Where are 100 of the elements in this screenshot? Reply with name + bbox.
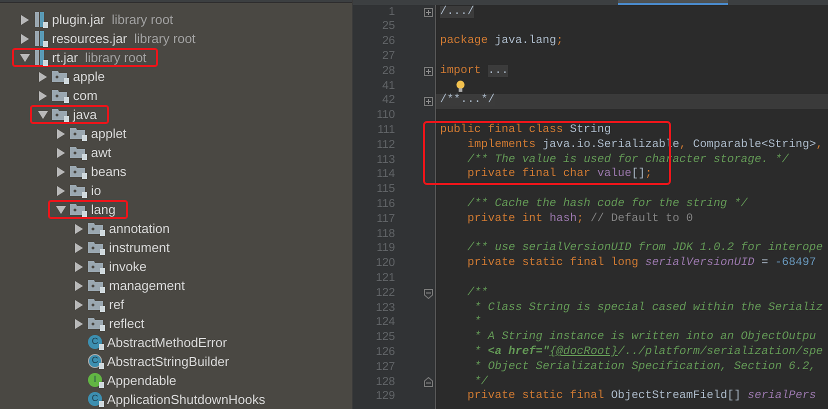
tree-row[interactable]: management: [66, 276, 197, 295]
code-line: *: [473, 317, 482, 329]
collapsed-arrow-icon[interactable]: [56, 128, 66, 138]
code-line: private static final ObjectStreamField[] serialPers: [466, 391, 816, 403]
tree-row[interactable]: annotation: [66, 219, 182, 238]
tree-item-label: resources.jar: [52, 30, 128, 48]
library-root-note: library root: [112, 10, 174, 29]
tree-item-label: com: [73, 86, 98, 105]
collapsed-arrow-icon[interactable]: [74, 280, 84, 290]
package-icon: [52, 107, 69, 122]
class-icon: C: [88, 335, 104, 350]
tree-row[interactable]: C ApplicationShutdownHooks: [66, 390, 278, 409]
expanded-arrow-icon[interactable]: [56, 204, 66, 214]
lightbulb-icon[interactable]: [456, 80, 465, 93]
code-line: private static final long serialVersionUID = -68497: [466, 258, 816, 270]
code-line: * Class String is special cased within the Serializ: [473, 302, 823, 314]
jar-icon: [34, 30, 48, 46]
tree-item-label: AbstractMethodError: [107, 334, 227, 352]
collapsed-arrow-icon[interactable]: [74, 262, 84, 272]
collapsed-arrow-icon[interactable]: [74, 300, 84, 310]
package-icon: [88, 297, 105, 312]
tree-row[interactable]: ref: [66, 295, 136, 314]
tree-row[interactable]: java: [30, 105, 109, 124]
package-icon: [70, 164, 87, 179]
tree-item-label: annotation: [109, 220, 170, 238]
library-root-note: library root: [134, 30, 196, 48]
interface-icon: I: [88, 373, 104, 388]
collapsed-arrow-icon[interactable]: [74, 242, 84, 252]
package-icon: [70, 145, 87, 160]
code-line: /** use serialVersionUID from JDK 1.0.2 for interope: [466, 243, 823, 255]
tree-item-label: lang: [91, 200, 116, 219]
tree-item-label: AbstractStringBuilder: [107, 352, 230, 371]
tree-item-label: reflect: [109, 314, 144, 333]
tree-row[interactable]: C AbstractMethodError: [66, 333, 239, 352]
tree-item-label: invoke: [109, 258, 147, 276]
collapsed-arrow-icon[interactable]: [74, 224, 84, 234]
package-icon: [88, 221, 105, 236]
collapsed-arrow-icon[interactable]: [56, 166, 66, 176]
lock-badge-icon: [99, 401, 104, 407]
class-icon: C: [88, 392, 104, 407]
tree-row[interactable]: invoke: [66, 257, 159, 276]
fold-start-icon[interactable]: [424, 288, 433, 299]
tree-item-label: awt: [91, 144, 112, 162]
tree-row[interactable]: resources.jar library root: [12, 29, 208, 48]
code-line: * A String instance is written into an ObjectOutpu: [473, 332, 816, 344]
fold-plus-icon[interactable]: [424, 96, 433, 106]
expanded-arrow-icon[interactable]: [38, 110, 48, 120]
tree-row[interactable]: apple: [30, 67, 117, 86]
package-icon: [88, 316, 105, 331]
tree-row[interactable]: C AbstractStringBuilder: [66, 352, 242, 371]
tree-row[interactable]: com: [30, 86, 110, 105]
package-icon: [52, 69, 69, 84]
package-icon: [52, 88, 69, 103]
code-line: private int hash; // Default to 0: [466, 214, 694, 226]
tree-row[interactable]: lang: [48, 200, 128, 219]
package-icon: [70, 126, 87, 141]
collapsed-arrow-icon[interactable]: [38, 72, 48, 82]
code-line: * <a href="{@docRoot}/../platform/serialization/spe: [473, 347, 823, 358]
fold-end-icon[interactable]: [424, 377, 433, 388]
collapsed-arrow-icon[interactable]: [74, 318, 84, 328]
jar-icon: [34, 50, 48, 66]
class-icon: C: [88, 354, 104, 369]
tree-item-label: instrument: [109, 238, 170, 257]
lock-badge-icon: [99, 382, 104, 388]
jar-icon: [34, 12, 48, 28]
tree-row[interactable]: reflect: [66, 314, 156, 333]
tree-row[interactable]: awt: [48, 143, 124, 162]
collapsed-arrow-icon[interactable]: [56, 186, 66, 196]
tree-item-label: management: [109, 276, 185, 295]
tree-row[interactable]: I Appendable: [66, 371, 188, 390]
package-icon: [70, 183, 87, 198]
tree-row[interactable]: plugin.jar library root: [12, 10, 186, 29]
code-line: */: [473, 376, 488, 388]
code-line: import ...: [440, 66, 508, 78]
tree-item-label: plugin.jar: [52, 10, 105, 29]
tree-row[interactable]: instrument: [66, 238, 182, 257]
collapsed-arrow-icon[interactable]: [20, 14, 30, 24]
fold-plus-icon[interactable]: [424, 67, 433, 76]
collapsed-arrow-icon[interactable]: [56, 148, 66, 158]
package-icon: [70, 202, 87, 217]
code-line: private final char value[];: [466, 169, 652, 181]
collapsed-arrow-icon[interactable]: [38, 90, 48, 100]
tree-row[interactable]: io: [48, 181, 114, 200]
tree-item-label: java: [73, 106, 97, 124]
fold-plus-icon[interactable]: [424, 8, 433, 17]
tree-item-label: ref: [109, 296, 124, 314]
tree-row[interactable]: beans: [48, 162, 138, 181]
code-line: /**: [466, 288, 488, 300]
package-icon: [88, 278, 105, 293]
package-icon: [88, 240, 105, 255]
collapsed-arrow-icon[interactable]: [20, 34, 30, 44]
tree-item-label: Appendable: [107, 372, 176, 390]
tree-row[interactable]: applet: [48, 124, 138, 143]
tree-item-label: io: [91, 182, 102, 200]
code-line: package java.lang;: [440, 36, 564, 48]
code-line: /** Cache the hash code for the string */: [466, 199, 748, 210]
tree-item-label: rt.jar: [52, 48, 78, 67]
tree-row[interactable]: rt.jar library root: [12, 48, 158, 67]
expanded-arrow-icon[interactable]: [20, 52, 30, 62]
lock-badge-icon: [99, 344, 104, 350]
